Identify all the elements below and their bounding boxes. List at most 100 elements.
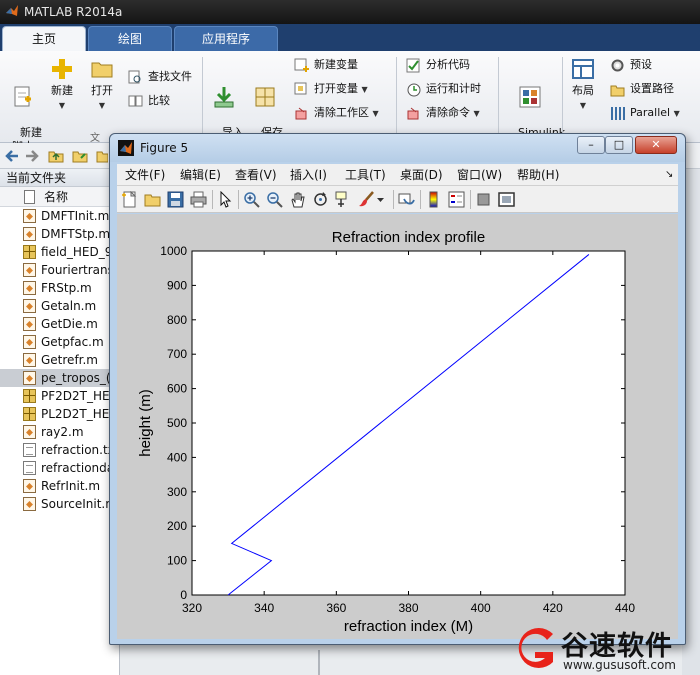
file-list-item[interactable]: PF2D2T_HEI — [0, 387, 119, 405]
menu-view[interactable]: 查看(V) — [235, 164, 277, 186]
file-name: refractionda — [41, 461, 115, 475]
set-path-icon — [610, 85, 625, 97]
file-list-item[interactable]: DMFTStp.m — [0, 225, 119, 243]
data-cursor-icon[interactable] — [335, 191, 352, 208]
tab-plots[interactable]: 绘图 — [88, 26, 172, 51]
import-data-icon — [214, 87, 234, 108]
m-file-icon — [23, 209, 36, 223]
gear-icon — [611, 59, 624, 72]
menu-edit[interactable]: 编辑(E) — [180, 164, 221, 186]
up-folder-icon[interactable] — [48, 148, 64, 164]
set-path-label: 设置路径 — [630, 82, 674, 95]
file-list-item[interactable]: refraction.tx — [0, 441, 119, 459]
open-variable-caret: ▼ — [361, 85, 368, 94]
y-tick-label: 800 — [167, 313, 187, 327]
file-list-item[interactable]: PL2D2T_HEI — [0, 405, 119, 423]
analyze-code-label: 分析代码 — [426, 58, 470, 71]
legend-icon[interactable] — [448, 191, 465, 208]
run-and-time-button[interactable]: 运行和计时 — [406, 79, 481, 99]
file-list-item[interactable]: refractionda — [0, 459, 119, 477]
y-tick-label: 200 — [167, 519, 187, 533]
panel-divider[interactable] — [318, 650, 320, 675]
layout-button[interactable]: 布局 ▼ — [568, 57, 598, 113]
menu-file[interactable]: 文件(F) — [125, 164, 165, 186]
brush-icon[interactable] — [358, 191, 375, 208]
figure-toolbar — [117, 186, 678, 213]
file-list-item[interactable]: field_HED_9 — [0, 243, 119, 261]
minimize-button[interactable]: – — [577, 136, 605, 154]
new-button[interactable]: 新建 ▼ — [46, 57, 78, 113]
zoom-out-icon[interactable] — [266, 191, 283, 208]
rotate-icon[interactable] — [312, 191, 329, 208]
compare-button[interactable]: 比较 — [128, 91, 170, 111]
find-files-button[interactable]: 查找文件 — [128, 67, 192, 87]
file-list-item[interactable]: SourceInit.m — [0, 495, 119, 513]
set-path-button[interactable]: 设置路径 — [610, 79, 674, 99]
axes-box — [191, 250, 626, 596]
file-list-item[interactable]: DMFTInit.m — [0, 207, 119, 225]
clear-workspace-button[interactable]: 清除工作区 ▼ — [294, 103, 379, 123]
parallel-button[interactable]: Parallel ▼ — [610, 103, 680, 123]
tab-home[interactable]: 主页 — [2, 26, 86, 51]
forward-arrow-icon[interactable] — [24, 148, 40, 164]
menu-insert[interactable]: 插入(I) — [290, 164, 327, 186]
file-list-item[interactable]: ray2.m — [0, 423, 119, 441]
file-list-item[interactable]: GetDie.m — [0, 315, 119, 333]
back-arrow-icon[interactable] — [4, 148, 20, 164]
fig-file-icon — [23, 245, 36, 259]
new-dropdown-caret: ▼ — [58, 101, 66, 110]
pan-icon[interactable] — [289, 191, 306, 208]
file-list-item[interactable]: Getaln.m — [0, 297, 119, 315]
print-icon[interactable] — [190, 191, 207, 208]
name-column-header[interactable]: 名称 — [0, 187, 119, 207]
file-name: PF2D2T_HEI — [41, 389, 114, 403]
new-figure-icon[interactable] — [121, 191, 138, 208]
file-group-label: 文 — [90, 133, 100, 144]
file-list-item[interactable]: pe_tropos_( — [0, 369, 119, 387]
save-icon[interactable] — [167, 191, 184, 208]
file-name: DMFTStp.m — [41, 227, 111, 241]
file-list-item[interactable]: Getpfac.m — [0, 333, 119, 351]
file-list-item[interactable]: Getrefr.m — [0, 351, 119, 369]
menubar-dock-arrow-icon[interactable]: ↘ — [665, 164, 673, 186]
analyze-code-button[interactable]: 分析代码 — [406, 55, 470, 75]
new-script-icon — [14, 86, 31, 107]
show-plot-tools-icon[interactable] — [498, 191, 515, 208]
file-list-item[interactable]: Fouriertrans — [0, 261, 119, 279]
menu-desktop[interactable]: 桌面(D) — [400, 164, 443, 186]
file-list: DMFTInit.m DMFTStp.m field_HED_9 Fouriertra… — [0, 207, 119, 513]
new-label: 新建 — [51, 84, 73, 97]
clear-commands-caret: ▼ — [473, 109, 480, 118]
new-variable-button[interactable]: 新建变量 — [294, 55, 358, 75]
open-variable-button[interactable]: 打开变量 ▼ — [294, 79, 368, 99]
tab-apps[interactable]: 应用程序 — [174, 26, 278, 51]
path-folder-icon — [96, 151, 108, 163]
file-list-item[interactable]: FRStp.m — [0, 279, 119, 297]
menu-help[interactable]: 帮助(H) — [517, 164, 559, 186]
clear-commands-button[interactable]: 清除命令 ▼ — [406, 103, 480, 123]
browse-folder-icon[interactable] — [72, 148, 88, 164]
link-icon[interactable] — [398, 191, 415, 208]
maximize-button[interactable]: □ — [605, 136, 633, 154]
brush-dropdown-icon[interactable] — [376, 191, 385, 208]
open-icon[interactable] — [144, 191, 161, 208]
preferences-button[interactable]: 预设 — [610, 55, 652, 75]
zoom-in-icon[interactable] — [243, 191, 260, 208]
app-titlebar: MATLAB R2014a — [0, 0, 700, 24]
file-name: RefrInit.m — [41, 479, 101, 493]
menu-tools[interactable]: 工具(T) — [345, 164, 386, 186]
hide-plot-tools-icon[interactable] — [475, 191, 492, 208]
file-list-item[interactable]: RefrInit.m — [0, 477, 119, 495]
y-tick-label: 400 — [167, 450, 187, 464]
open-button[interactable]: 打开 ▼ — [86, 57, 118, 113]
m-file-icon — [23, 353, 36, 367]
colorbar-icon[interactable] — [425, 191, 442, 208]
close-button[interactable]: ✕ — [635, 136, 677, 154]
figure-titlebar[interactable]: Figure 5 – □ ✕ — [110, 134, 685, 162]
open-variable-icon — [294, 82, 307, 95]
save-workspace-icon — [255, 87, 275, 107]
pointer-icon[interactable] — [217, 191, 234, 208]
fig-file-icon — [23, 389, 36, 403]
toolbar-separator — [470, 190, 471, 209]
menu-window[interactable]: 窗口(W) — [457, 164, 502, 186]
